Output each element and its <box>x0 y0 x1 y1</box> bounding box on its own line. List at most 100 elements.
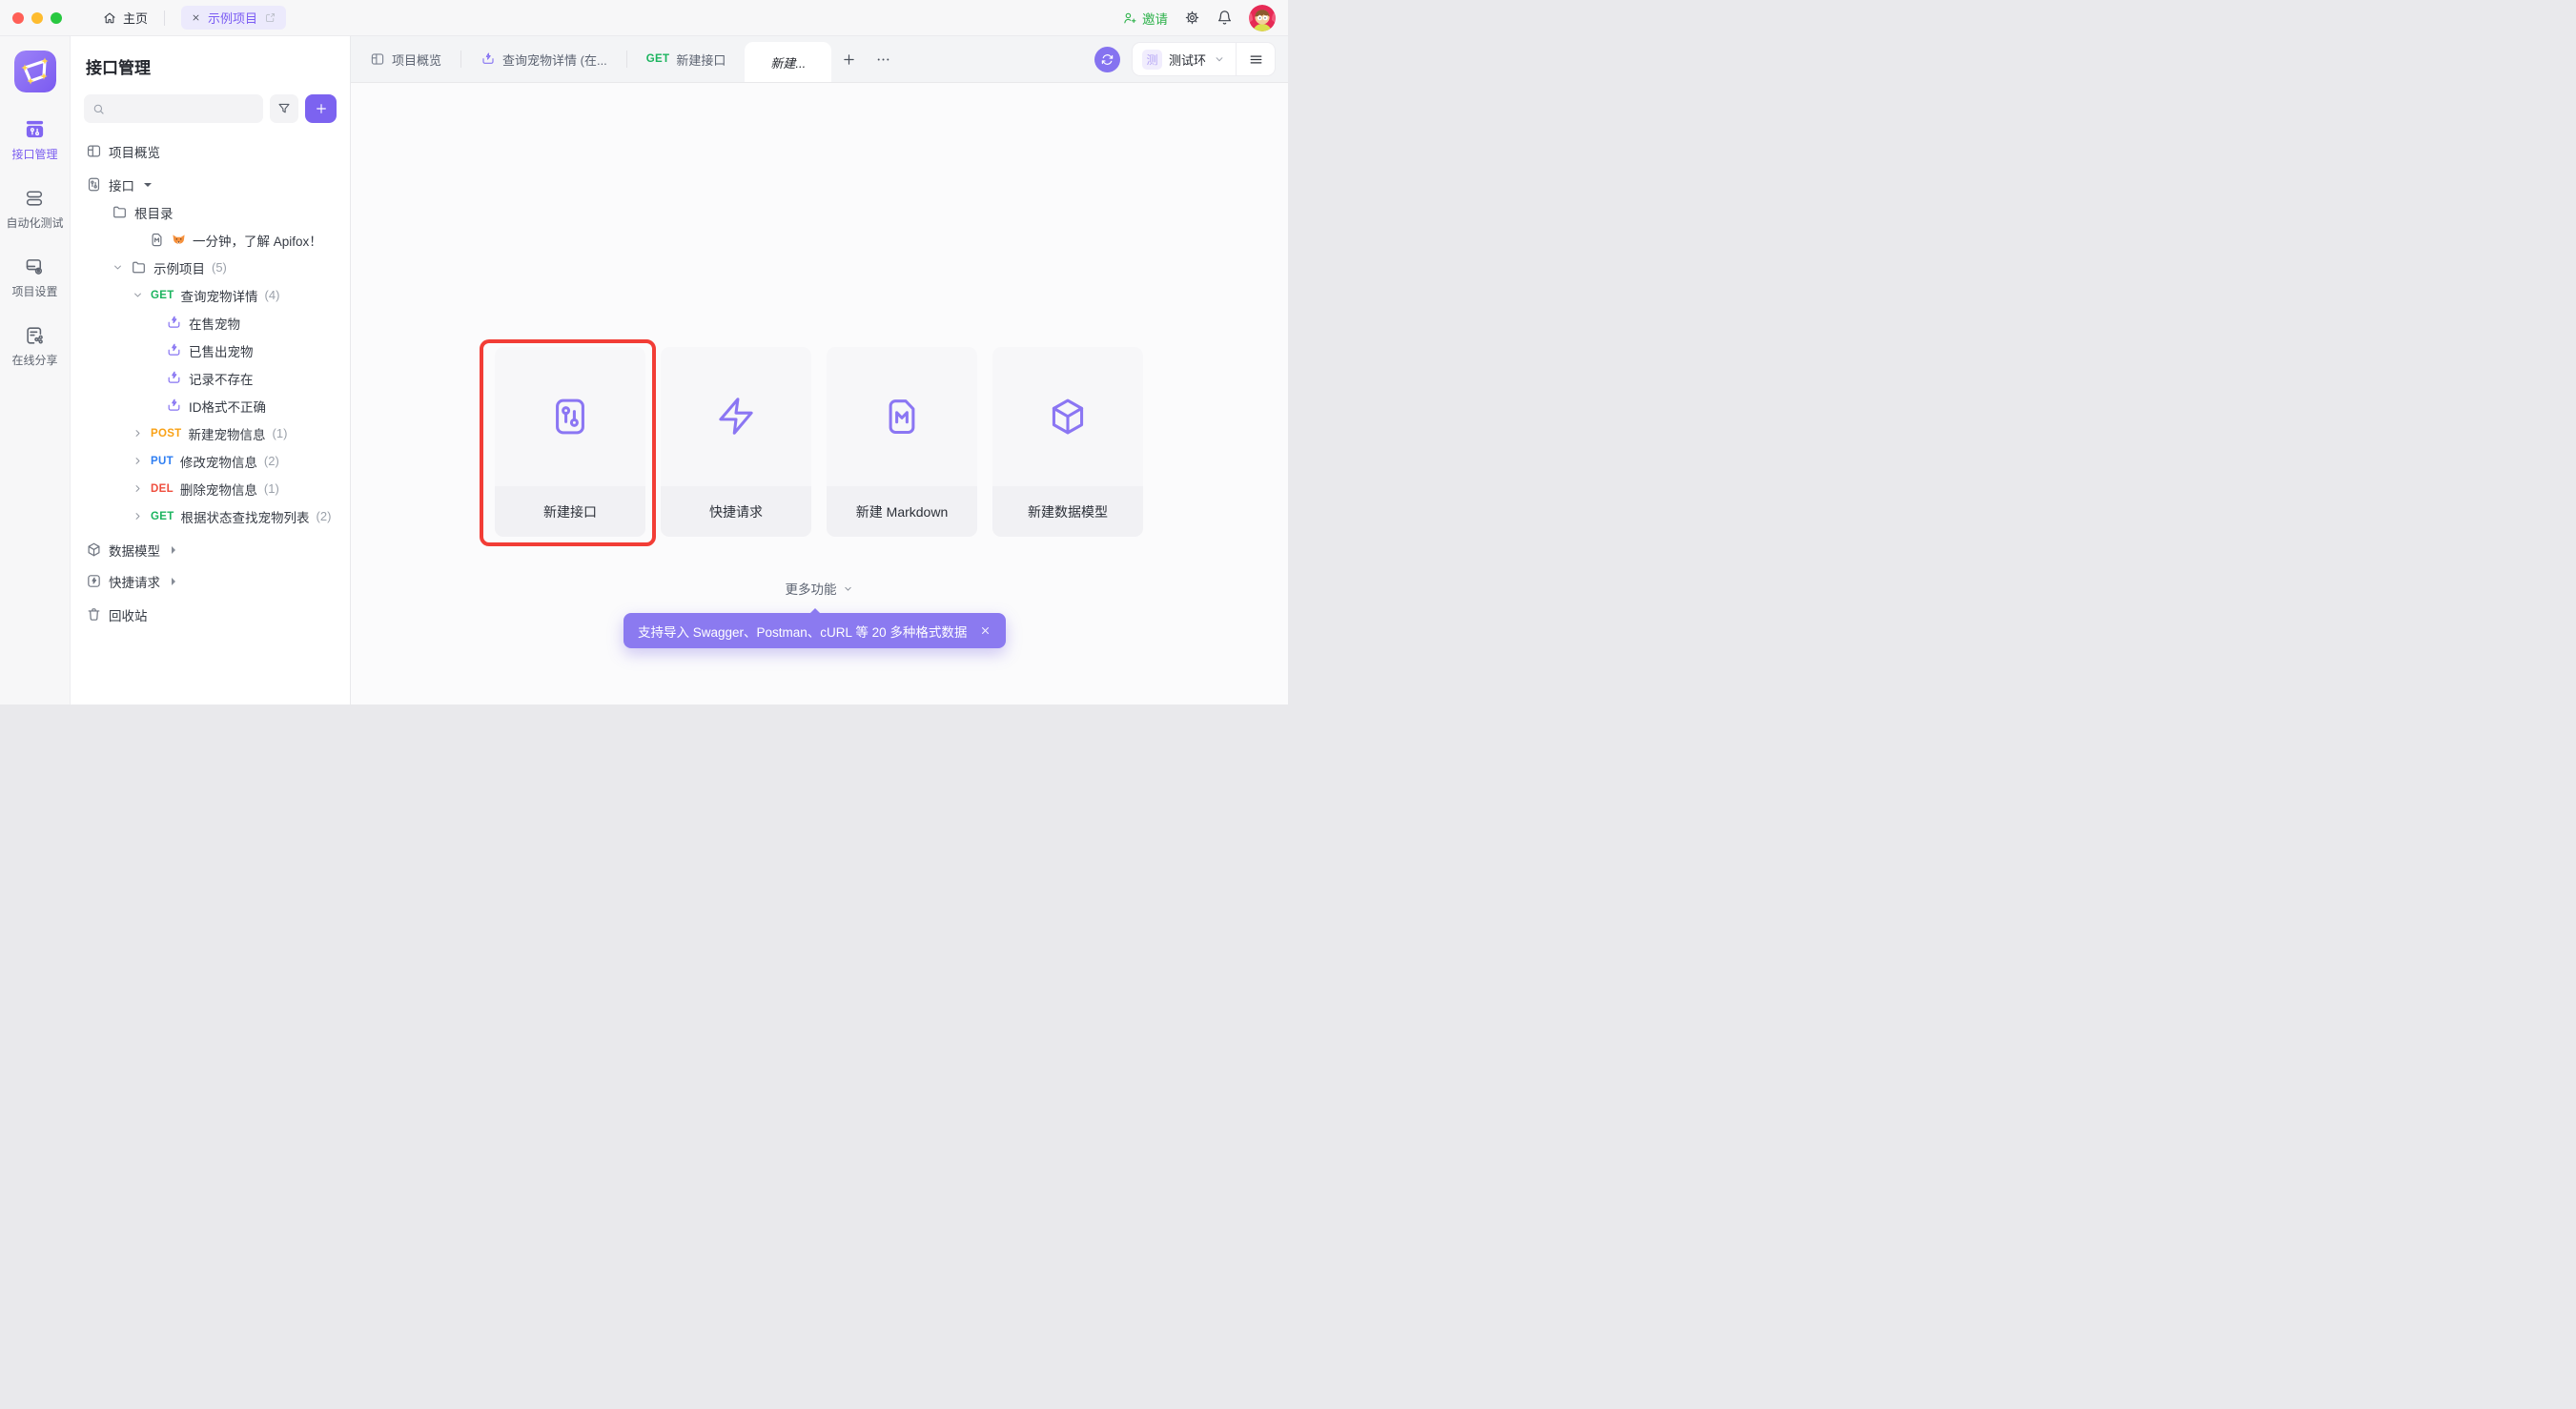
tree-item-label: ID格式不正确 <box>189 399 266 415</box>
tab-pet-detail-case[interactable]: 查询宠物详情 (在... <box>461 36 626 82</box>
method-badge: GET <box>645 53 670 65</box>
avatar[interactable] <box>1249 4 1276 31</box>
item-count: (4) <box>264 288 280 302</box>
rail-item-project-settings[interactable]: 项目设置 <box>11 256 58 299</box>
apifox-logo[interactable] <box>13 51 56 92</box>
rail-item-online-share[interactable]: 在线分享 <box>11 325 58 368</box>
tree-item-label: 数据模型 <box>109 543 160 559</box>
caret-right-icon[interactable] <box>172 577 179 585</box>
document-tabbar: 项目概览 查询宠物详情 (在... GET 新建接口 新建... 测 测试环 <box>351 36 1288 83</box>
new-tab-content: 新建接口 快捷请求 新建 Markdown 新建数据模型 更多功能 支持导入 S… <box>351 83 1288 704</box>
tooltip-text: 支持导入 Swagger、Postman、cURL 等 20 多种格式数据 <box>638 624 968 640</box>
environment-badge: 测 <box>1141 49 1162 70</box>
gear-icon <box>1184 10 1200 26</box>
caret-right-icon[interactable] <box>172 545 179 554</box>
tree-item-post-create-pet[interactable]: POST 新建宠物信息 (1) <box>71 419 350 447</box>
tree-item-sample-project-folder[interactable]: 示例项目 (5) <box>71 254 350 281</box>
sync-refresh-icon <box>1100 52 1114 67</box>
chevron-right-icon[interactable] <box>132 427 144 439</box>
close-project-tab-icon[interactable] <box>191 12 201 23</box>
rail-item-label: 项目设置 <box>11 285 58 298</box>
tree-item-case-sold[interactable]: 已售出宠物 <box>71 337 350 364</box>
rail-item-api-management[interactable]: 接口管理 <box>11 118 58 162</box>
tree-item-put-update-pet[interactable]: PUT 修改宠物信息 (2) <box>71 447 350 475</box>
tree-item-label: 查询宠物详情 <box>180 289 258 304</box>
card-icon-area <box>827 347 977 486</box>
tree-item-markdown-doc[interactable]: 一分钟，了解 Apifox！ <box>71 226 350 254</box>
tree-item-quick-requests[interactable]: 快捷请求 <box>71 567 350 595</box>
tree-item-case-on-sale[interactable]: 在售宠物 <box>71 309 350 337</box>
project-tab-label: 示例项目 <box>208 11 258 26</box>
zoom-window-button[interactable] <box>51 11 62 24</box>
cube-icon <box>86 541 102 558</box>
api-pins-icon <box>86 176 102 193</box>
tab-label: 新建接口 <box>676 52 726 68</box>
environment-menu-button[interactable] <box>1237 43 1275 75</box>
card-new-api[interactable]: 新建接口 <box>495 347 645 537</box>
card-label: 快捷请求 <box>661 486 811 537</box>
new-tab-button[interactable] <box>831 36 866 82</box>
invite-button[interactable]: 邀请 <box>1122 9 1168 28</box>
tree-item-recycle-bin[interactable]: 回收站 <box>71 601 350 628</box>
caret-down-icon[interactable] <box>144 182 152 191</box>
api-management-icon <box>26 120 44 138</box>
case-bolt-tray-icon <box>166 398 182 414</box>
home-tab[interactable]: 主页 <box>102 9 148 27</box>
markdown-doc-icon <box>880 395 924 439</box>
more-features-label: 更多功能 <box>785 582 837 597</box>
tooltip-close-button[interactable] <box>979 624 992 637</box>
search-box[interactable] <box>84 94 263 123</box>
chevron-down-icon <box>1213 52 1226 66</box>
card-label: 新建接口 <box>495 486 645 537</box>
project-tab[interactable]: 示例项目 <box>181 6 287 30</box>
tree-item-data-models[interactable]: 数据模型 <box>71 536 350 563</box>
settings-button[interactable] <box>1184 10 1200 26</box>
search-input[interactable] <box>112 101 256 116</box>
tab-more-button[interactable] <box>866 36 900 82</box>
tree-item-label: 一分钟，了解 Apifox！ <box>193 234 322 249</box>
card-quick-request[interactable]: 快捷请求 <box>661 347 811 537</box>
import-hint-tooltip: 支持导入 Swagger、Postman、cURL 等 20 多种格式数据 <box>624 608 1007 648</box>
chevron-right-icon[interactable] <box>132 510 144 522</box>
add-button[interactable] <box>305 94 337 123</box>
more-features-button[interactable]: 更多功能 <box>786 579 854 598</box>
chevron-down-icon[interactable] <box>112 261 124 274</box>
rail-item-automated-testing[interactable]: 自动化测试 <box>6 188 64 231</box>
chevron-down-icon[interactable] <box>132 289 144 301</box>
filter-funnel-icon <box>276 101 292 116</box>
card-new-data-model[interactable]: 新建数据模型 <box>992 347 1143 537</box>
minimize-window-button[interactable] <box>31 11 43 24</box>
trash-icon <box>86 606 102 623</box>
tab-new-unsaved[interactable]: 新建... <box>745 42 832 82</box>
tab-project-overview[interactable]: 项目概览 <box>351 36 460 82</box>
tree-item-label: 已售出宠物 <box>189 344 254 359</box>
external-link-icon[interactable] <box>264 11 276 24</box>
tree-item-case-bad-id[interactable]: ID格式不正确 <box>71 392 350 419</box>
tree-item-del-delete-pet[interactable]: DEL 删除宠物信息 (1) <box>71 475 350 502</box>
home-icon <box>102 10 117 26</box>
item-count: (5) <box>212 260 227 275</box>
tree-item-label: 接口 <box>109 178 134 194</box>
tree-item-label: 根目录 <box>134 206 174 221</box>
card-new-markdown[interactable]: 新建 Markdown <box>827 347 977 537</box>
chevron-right-icon[interactable] <box>132 455 144 467</box>
tree-item-apis[interactable]: 接口 <box>71 171 350 198</box>
tree-item-root-folder[interactable]: 根目录 <box>71 198 350 226</box>
filter-button[interactable] <box>270 94 298 123</box>
tree-item-get-pet-detail[interactable]: GET 查询宠物详情 (4) <box>71 281 350 309</box>
method-badge: GET <box>151 510 174 522</box>
tree-item-label: 删除宠物信息 <box>179 482 257 498</box>
tree-item-get-pets-by-status[interactable]: GET 根据状态查找宠物列表 (2) <box>71 502 350 530</box>
sync-button[interactable] <box>1094 46 1120 72</box>
tree-item-project-overview[interactable]: 项目概览 <box>71 137 350 165</box>
item-count: (1) <box>272 426 288 440</box>
tree-item-case-not-found[interactable]: 记录不存在 <box>71 364 350 392</box>
folder-icon <box>112 204 128 220</box>
chevron-right-icon[interactable] <box>132 482 144 495</box>
environment-dropdown[interactable]: 测 测试环 <box>1133 49 1236 70</box>
tab-get-new-api[interactable]: GET 新建接口 <box>627 36 746 82</box>
hamburger-menu-icon <box>1248 51 1264 68</box>
close-window-button[interactable] <box>12 11 24 24</box>
home-tab-label: 主页 <box>123 11 149 26</box>
notifications-button[interactable] <box>1216 10 1233 26</box>
